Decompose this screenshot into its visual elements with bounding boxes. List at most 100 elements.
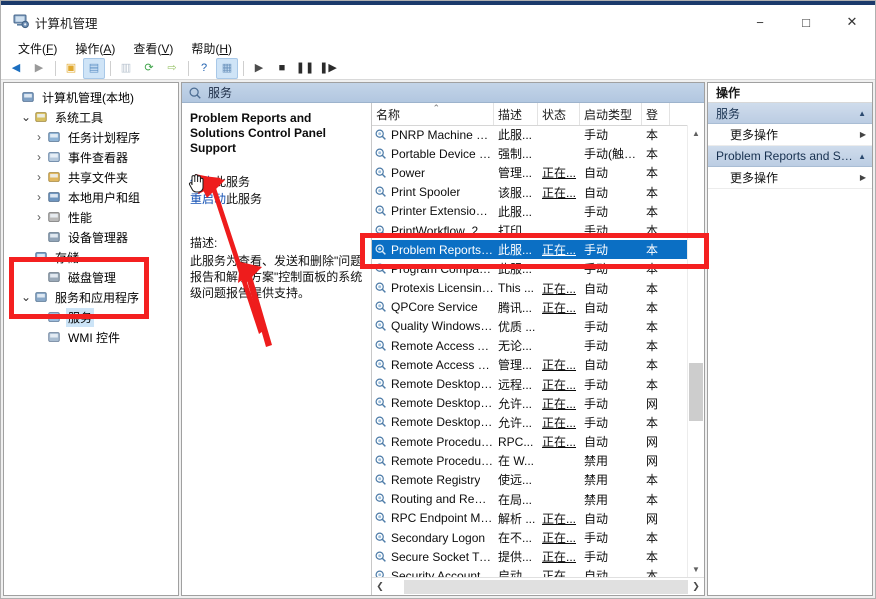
- service-icon: [374, 243, 388, 257]
- chevron-down-icon[interactable]: ⌄: [19, 111, 33, 123]
- restart-service-link[interactable]: 重启动此服务: [190, 191, 365, 208]
- horizontal-scroll-track[interactable]: [388, 579, 688, 594]
- show-tree-icon[interactable]: ▤: [83, 58, 105, 79]
- maximize-button[interactable]: □: [783, 5, 829, 39]
- vertical-scrollbar[interactable]: ▲ ▼: [687, 125, 704, 577]
- services-list-row[interactable]: Portable Device Enumera... 强制... 手动(触发... 本: [372, 144, 688, 163]
- services-list-row[interactable]: Power 管理... 正在... 自动 本: [372, 163, 688, 182]
- services-list-row[interactable]: Remote Registry 使远... 禁用 本: [372, 470, 688, 489]
- tree-item-7[interactable]: 设备管理器: [6, 227, 178, 247]
- services-list-row[interactable]: Print Spooler 该服... 正在... 自动 本: [372, 183, 688, 202]
- services-list-row[interactable]: Remote Desktop Service... 允许... 正在... 手动 本: [372, 413, 688, 432]
- services-list-row[interactable]: Remote Access Auto Con... 无论... 手动 本: [372, 336, 688, 355]
- more-actions-services[interactable]: 更多操作 ▶: [708, 124, 872, 146]
- menu-item-2[interactable]: 操作(A): [66, 39, 124, 58]
- forward-icon[interactable]: ▶: [28, 58, 50, 79]
- menu-item-1[interactable]: 文件(F): [9, 39, 66, 58]
- new-window-icon[interactable]: ▦: [216, 58, 238, 79]
- chevron-down-icon[interactable]: ⌄: [19, 251, 33, 263]
- column-header-name[interactable]: 名称 ⌃: [372, 103, 494, 125]
- pause-service-icon-glyph: ❚❚: [295, 62, 315, 74]
- more-actions-selected-service[interactable]: 更多操作 ▶: [708, 167, 872, 189]
- vertical-scroll-track[interactable]: [688, 141, 704, 561]
- horizontal-scrollbar[interactable]: ❮ ❯: [372, 577, 704, 595]
- chevron-right-icon[interactable]: ›: [32, 210, 46, 224]
- chevron-up-icon[interactable]: ▲: [858, 109, 866, 118]
- menu-item-4[interactable]: 帮助(H): [182, 39, 241, 58]
- properties-icon[interactable]: ▥: [115, 58, 137, 79]
- column-header-logon[interactable]: 登: [642, 103, 670, 125]
- services-list-row[interactable]: PrintWorkflow_2c75e02d 打印... 手动 本: [372, 221, 688, 240]
- services-list-row[interactable]: Printer Extensions and N... 此服... 手动 本: [372, 202, 688, 221]
- chevron-down-icon[interactable]: ⌄: [19, 291, 33, 303]
- services-list-row[interactable]: Secondary Logon 在不... 正在... 手动 本: [372, 528, 688, 547]
- help-icon[interactable]: ?: [193, 58, 215, 79]
- chevron-right-icon[interactable]: ›: [32, 170, 46, 184]
- minimize-button[interactable]: −: [737, 5, 783, 39]
- services-list-row[interactable]: Security Accounts Manag... 启动... 正在... 自动 本: [372, 566, 688, 577]
- tree-item-8[interactable]: ⌄ 存储: [6, 247, 178, 267]
- services-list-row[interactable]: RPC Endpoint Mapper 解析 ... 正在... 自动 网: [372, 509, 688, 528]
- actions-section-services[interactable]: 服务 ▲: [708, 103, 872, 124]
- horizontal-scroll-thumb[interactable]: [404, 580, 688, 594]
- tree-item-10[interactable]: ⌄ 服务和应用程序: [6, 287, 178, 307]
- vertical-scroll-thumb[interactable]: [689, 363, 703, 421]
- wmi-control-icon: [48, 332, 60, 342]
- restart-service-icon[interactable]: ❚▶: [317, 58, 339, 79]
- services-list-row[interactable]: Secure Socket Tunneling ... 提供... 正在... 手动 本: [372, 547, 688, 566]
- services-list-row[interactable]: Protexis Licensing V2 x64 This ... 正在... 自动…: [372, 279, 688, 298]
- up-folder-icon[interactable]: ▣: [60, 58, 82, 79]
- back-icon[interactable]: ◀: [5, 58, 27, 79]
- scroll-up-arrow[interactable]: ▲: [688, 125, 704, 141]
- column-header-start[interactable]: 启动类型: [580, 103, 642, 125]
- tree-item-6[interactable]: › 性能: [6, 207, 178, 227]
- chevron-right-icon[interactable]: ›: [32, 150, 46, 164]
- tree-item-12[interactable]: WMI 控件: [6, 327, 178, 347]
- tree-item-4[interactable]: › 共享文件夹: [6, 167, 178, 187]
- start-service-icon[interactable]: ▶: [248, 58, 270, 79]
- cell-description: 启动...: [498, 569, 533, 577]
- services-list-row[interactable]: Remote Desktop Services 允许... 正在... 手动 网: [372, 394, 688, 413]
- chevron-up-icon[interactable]: ▲: [858, 152, 866, 161]
- cell-description: 此服...: [498, 204, 533, 219]
- service-detail-pane: Problem Reports and Solutions Control Pa…: [182, 103, 372, 595]
- scroll-left-arrow[interactable]: ❮: [372, 578, 388, 594]
- services-list-row[interactable]: Remote Procedure Call (... RPC... 正在... 自动 网: [372, 432, 688, 451]
- cell-description: 远程...: [498, 377, 533, 392]
- chevron-right-icon[interactable]: ›: [32, 130, 46, 144]
- service-name-text: Remote Procedure Call (...: [391, 434, 494, 449]
- scroll-down-arrow[interactable]: ▼: [688, 561, 704, 577]
- tree-item-9[interactable]: 磁盘管理: [6, 267, 178, 287]
- services-list-row[interactable]: Program Compatibility As... 此服... 手动 本: [372, 259, 688, 278]
- restart-service-link-verb[interactable]: 重启动: [190, 192, 226, 206]
- chevron-right-icon[interactable]: ›: [32, 190, 46, 204]
- services-list-row[interactable]: PNRP Machine Name Pu... 此服... 手动 本: [372, 125, 688, 144]
- services-list-row[interactable]: Remote Access Connecti... 管理... 正在... 自动 本: [372, 355, 688, 374]
- services-list-row[interactable]: Quality Windows Audio V... 优质 ... 手动 本: [372, 317, 688, 336]
- service-icon: [374, 492, 388, 506]
- services-list-row[interactable]: QPCore Service 腾讯... 正在... 自动 本: [372, 298, 688, 317]
- menu-item-3[interactable]: 查看(V): [124, 39, 182, 58]
- services-list-row-selected[interactable]: Problem Reports and Sol... 此服... 正在... 手动 本: [372, 240, 688, 260]
- refresh-icon[interactable]: ⟳: [138, 58, 160, 79]
- tree-item-11[interactable]: 服务: [6, 307, 178, 327]
- column-header-desc[interactable]: 描述: [494, 103, 538, 125]
- services-list-row[interactable]: Remote Procedure Call (... 在 W... 禁用 网: [372, 451, 688, 470]
- tree-item-5[interactable]: › 本地用户和组: [6, 187, 178, 207]
- tree-item-1[interactable]: ⌄ 系统工具: [6, 107, 178, 127]
- sort-ascending-icon: ⌃: [432, 103, 441, 113]
- actions-section-selected-service[interactable]: Problem Reports and Sol... ▲: [708, 146, 872, 167]
- stop-service-icon[interactable]: ■: [271, 58, 293, 79]
- export-list-icon[interactable]: ⇨: [161, 58, 183, 79]
- tree-item-2[interactable]: › 任务计划程序: [6, 127, 178, 147]
- stop-service-link[interactable]: 停止此服务: [190, 174, 365, 191]
- close-button[interactable]: ✕: [829, 5, 875, 39]
- cell-logon-as: 网: [646, 454, 659, 469]
- tree-item-3[interactable]: › 事件查看器: [6, 147, 178, 167]
- pause-service-icon[interactable]: ❚❚: [294, 58, 316, 79]
- services-list-row[interactable]: Routing and Remote Acc... 在局... 禁用 本: [372, 490, 688, 509]
- tree-item-0[interactable]: 计算机管理(本地): [6, 87, 178, 107]
- services-list-row[interactable]: Remote Desktop Configu... 远程... 正在... 手动 本: [372, 374, 688, 393]
- scroll-right-arrow[interactable]: ❯: [688, 578, 704, 594]
- column-header-state[interactable]: 状态: [538, 103, 580, 125]
